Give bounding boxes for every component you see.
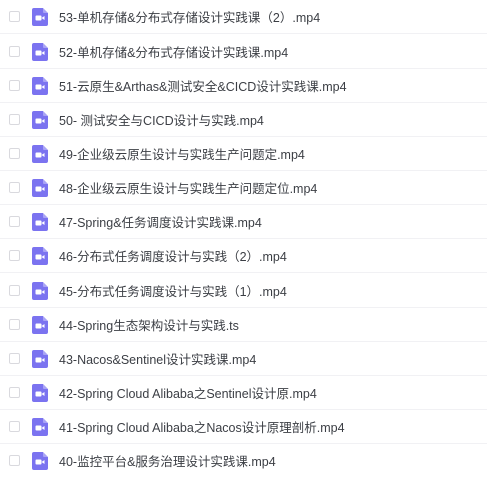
video-file-icon — [32, 42, 48, 61]
video-file-icon — [32, 76, 48, 95]
row-checkbox[interactable] — [9, 421, 20, 432]
row-checkbox[interactable] — [9, 455, 20, 466]
file-name[interactable]: 46-分布式任务调度设计与实践（2）.mp4 — [59, 246, 287, 265]
file-name[interactable]: 40-监控平台&服务治理设计实践课.mp4 — [59, 451, 276, 470]
file-name[interactable]: 47-Spring&任务调度设计实践课.mp4 — [59, 212, 262, 231]
file-list: 53-单机存储&分布式存储设计实践课（2）.mp4 52-单机存储&分布式存储设计… — [0, 0, 487, 477]
file-row[interactable]: 45-分布式任务调度设计与实践（1）.mp4 — [0, 274, 487, 308]
video-file-icon — [32, 7, 48, 26]
video-file-icon — [32, 349, 48, 368]
row-checkbox[interactable] — [9, 46, 20, 57]
row-checkbox[interactable] — [9, 319, 20, 330]
file-name[interactable]: 44-Spring生态架构设计与实践.ts — [59, 315, 239, 334]
video-file-icon — [32, 178, 48, 197]
video-file-icon — [32, 212, 48, 231]
video-file-icon — [32, 417, 48, 436]
video-file-icon — [32, 315, 48, 334]
row-checkbox[interactable] — [9, 250, 20, 261]
row-checkbox[interactable] — [9, 387, 20, 398]
video-file-icon — [32, 383, 48, 402]
video-file-icon — [32, 110, 48, 129]
file-row[interactable]: 41-Spring Cloud Alibaba之Nacos设计原理剖析.mp4 — [0, 410, 487, 444]
file-row[interactable]: 44-Spring生态架构设计与实践.ts — [0, 308, 487, 342]
file-name[interactable]: 42-Spring Cloud Alibaba之Sentinel设计原.mp4 — [59, 383, 317, 402]
row-checkbox[interactable] — [9, 114, 20, 125]
row-checkbox[interactable] — [9, 353, 20, 364]
file-row[interactable]: 40-监控平台&服务治理设计实践课.mp4 — [0, 444, 487, 477]
file-row[interactable]: 48-企业级云原生设计与实践生产问题定位.mp4 — [0, 171, 487, 205]
file-row[interactable]: 42-Spring Cloud Alibaba之Sentinel设计原.mp4 — [0, 376, 487, 410]
row-checkbox[interactable] — [9, 148, 20, 159]
video-file-icon — [32, 246, 48, 265]
file-name[interactable]: 52-单机存储&分布式存储设计实践课.mp4 — [59, 42, 288, 61]
video-file-icon — [32, 281, 48, 300]
video-file-icon — [32, 451, 48, 470]
row-checkbox[interactable] — [9, 285, 20, 296]
file-name[interactable]: 48-企业级云原生设计与实践生产问题定位.mp4 — [59, 178, 317, 197]
row-checkbox[interactable] — [9, 182, 20, 193]
file-name[interactable]: 50- 测试安全与CICD设计与实践.mp4 — [59, 110, 264, 129]
file-row[interactable]: 50- 测试安全与CICD设计与实践.mp4 — [0, 103, 487, 137]
file-row[interactable]: 51-云原生&Arthas&测试安全&CICD设计实践课.mp4 — [0, 69, 487, 103]
row-checkbox[interactable] — [9, 11, 20, 22]
file-name[interactable]: 51-云原生&Arthas&测试安全&CICD设计实践课.mp4 — [59, 76, 347, 95]
file-row[interactable]: 47-Spring&任务调度设计实践课.mp4 — [0, 205, 487, 239]
file-row[interactable]: 52-单机存储&分布式存储设计实践课.mp4 — [0, 35, 487, 69]
file-row[interactable]: 46-分布式任务调度设计与实践（2）.mp4 — [0, 239, 487, 273]
row-checkbox[interactable] — [9, 216, 20, 227]
video-file-icon — [32, 144, 48, 163]
file-name[interactable]: 45-分布式任务调度设计与实践（1）.mp4 — [59, 281, 287, 300]
file-row[interactable]: 49-企业级云原生设计与实践生产问题定.mp4 — [0, 137, 487, 171]
file-name[interactable]: 43-Nacos&Sentinel设计实践课.mp4 — [59, 349, 256, 368]
file-name[interactable]: 49-企业级云原生设计与实践生产问题定.mp4 — [59, 144, 305, 163]
file-row[interactable]: 43-Nacos&Sentinel设计实践课.mp4 — [0, 342, 487, 376]
file-name[interactable]: 53-单机存储&分布式存储设计实践课（2）.mp4 — [59, 7, 320, 26]
file-name[interactable]: 41-Spring Cloud Alibaba之Nacos设计原理剖析.mp4 — [59, 417, 345, 436]
row-checkbox[interactable] — [9, 80, 20, 91]
file-row[interactable]: 53-单机存储&分布式存储设计实践课（2）.mp4 — [0, 0, 487, 34]
